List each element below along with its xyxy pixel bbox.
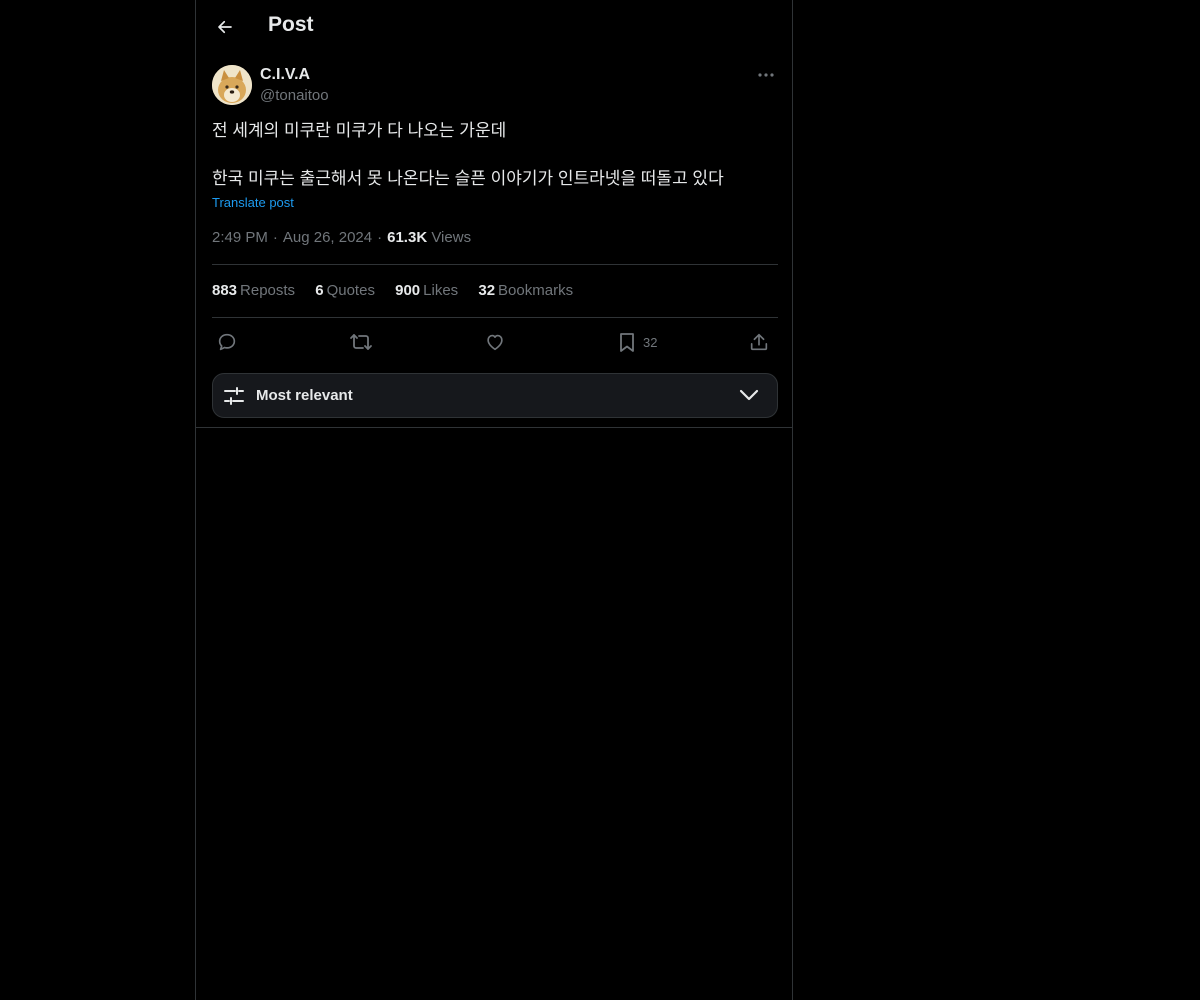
page-title: Post: [268, 13, 314, 36]
chevron-down-icon: [739, 389, 759, 401]
action-bar: 32: [212, 328, 778, 356]
share-button[interactable]: [748, 328, 770, 356]
bookmarks-stat[interactable]: 32 Bookmarks: [478, 282, 573, 299]
heart-icon: [487, 334, 503, 351]
like-button[interactable]: [484, 328, 506, 356]
likes-count: 900: [395, 282, 421, 299]
more-horizontal-icon: [758, 73, 774, 77]
doge-avatar-icon: [212, 65, 252, 105]
bookmarks-label: Bookmarks: [498, 282, 574, 299]
repost-icon: [350, 334, 372, 350]
post-header: Post: [196, 0, 792, 54]
quotes-count: 6: [315, 282, 324, 299]
tweet-line: 한국 미쿠는 출근해서 못 나온다는 슬픈 이야기가 인트라넷을 떠돌고 있다: [212, 169, 724, 188]
tweet-text: 전 세계의 미쿠란 미쿠가 다 나오는 가운데 한국 미쿠는 출근해서 못 나온…: [212, 119, 778, 191]
post-date[interactable]: Aug 26, 2024: [283, 229, 372, 246]
share-icon: [750, 333, 768, 351]
likes-label: Likes: [423, 282, 459, 299]
reply-button[interactable]: [216, 328, 238, 356]
likes-stat[interactable]: 900 Likes: [395, 282, 458, 299]
tweet-line-gap: [212, 143, 778, 167]
avatar[interactable]: [212, 65, 252, 105]
translate-post-link[interactable]: Translate post: [212, 195, 294, 210]
sort-replies-dropdown[interactable]: Most relevant: [212, 373, 778, 418]
bookmark-button[interactable]: 32: [617, 328, 657, 356]
bookmarks-count: 32: [478, 282, 496, 299]
views-label: Views: [431, 229, 472, 246]
views-count: 61.3K: [387, 229, 428, 246]
post-meta: 2:49 PM · Aug 26, 2024 · 61.3K Views: [212, 229, 471, 246]
tweet-line: 전 세계의 미쿠란 미쿠가 다 나오는 가운데: [212, 121, 507, 140]
quotes-stat[interactable]: 6 Quotes: [315, 282, 375, 299]
author-display-name[interactable]: C.I.V.A: [260, 66, 310, 84]
author-handle[interactable]: @tonaitoo: [260, 87, 329, 104]
bookmark-count: 32: [643, 334, 658, 350]
sliders-icon: [224, 387, 244, 405]
divider: [212, 264, 778, 265]
meta-separator: ·: [272, 229, 278, 246]
reply-icon: [218, 333, 236, 351]
author-block: C.I.V.A @tonaitoo: [212, 64, 778, 108]
post-time[interactable]: 2:49 PM: [212, 229, 268, 246]
bookmark-icon: [620, 333, 634, 352]
reposts-label: Reposts: [240, 282, 296, 299]
quotes-label: Quotes: [326, 282, 375, 299]
reposts-stat[interactable]: 883 Reposts: [212, 282, 295, 299]
reposts-count: 883: [212, 282, 238, 299]
meta-separator: ·: [377, 229, 383, 246]
back-button[interactable]: [210, 12, 240, 42]
divider: [196, 427, 792, 428]
divider: [212, 317, 778, 318]
post-column: Post C.I.V.A @tonaitoo 전 세계의 미쿠란 미쿠가 다 나…: [195, 0, 793, 1000]
arrow-left-icon: [218, 20, 232, 34]
repost-button[interactable]: [349, 328, 373, 356]
post-stats: 883 Reposts 6 Quotes 900 Likes 32 Bookmarks: [212, 282, 589, 299]
sort-label: Most relevant: [256, 387, 353, 404]
more-options-button[interactable]: [754, 65, 778, 85]
